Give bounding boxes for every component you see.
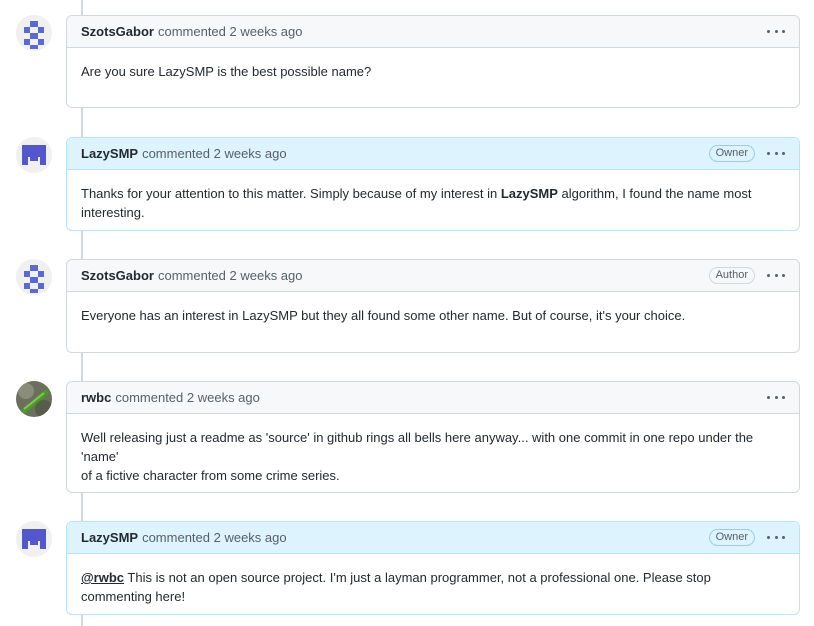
comment-text: This is not an open source project. I'm … (81, 570, 711, 604)
kebab-horizontal-icon[interactable] (767, 24, 785, 40)
comment-header: LazySMP commented 2 weeks ago Owner (67, 522, 799, 554)
kebab-horizontal-icon[interactable] (767, 530, 785, 546)
comment-body: @rwbc This is not an open source project… (67, 554, 799, 620)
comment-card: SzotsGabor commented 2 weeks ago Are you… (66, 15, 800, 108)
comment-text: of a fictive character from some crime s… (81, 468, 340, 483)
avatar-lazysmp[interactable] (16, 521, 52, 557)
comment-text: Well releasing just a readme as 'source'… (81, 430, 754, 464)
comment-card: LazySMP commented 2 weeks ago Owner @rwb… (66, 521, 800, 615)
comment-meta[interactable]: commented 2 weeks ago (142, 146, 287, 161)
comment-card: rwbc commented 2 weeks ago Well releasin… (66, 381, 800, 493)
identicon-icon (16, 137, 52, 173)
comment-card: SzotsGabor commented 2 weeks ago Author … (66, 259, 800, 353)
comment-header: SzotsGabor commented 2 weeks ago Author (67, 260, 799, 292)
comment-author[interactable]: rwbc (81, 390, 111, 405)
kebab-horizontal-icon[interactable] (767, 390, 785, 406)
photo-avatar-icon (16, 381, 52, 417)
comment-header: LazySMP commented 2 weeks ago Owner (67, 138, 799, 170)
identicon-icon (16, 15, 52, 51)
avatar-szotsgabor[interactable] (16, 259, 52, 295)
identicon-icon (16, 521, 52, 557)
comment-text: Thanks for your attention to this matter… (81, 186, 501, 201)
kebab-horizontal-icon[interactable] (767, 146, 785, 162)
comment-header: SzotsGabor commented 2 weeks ago (67, 16, 799, 48)
comment-body: Are you sure LazySMP is the best possibl… (81, 64, 372, 79)
comment-bold-text: LazySMP (500, 186, 558, 201)
comment-meta[interactable]: commented 2 weeks ago (158, 268, 303, 283)
avatar-szotsgabor[interactable] (16, 15, 52, 51)
comment-body: Everyone has an interest in LazySMP but … (81, 308, 686, 323)
comment-body: Well releasing just a readme as 'source'… (67, 414, 799, 499)
comment-meta[interactable]: commented 2 weeks ago (158, 24, 303, 39)
comment-meta[interactable]: commented 2 weeks ago (115, 390, 260, 405)
identicon-icon (16, 259, 52, 295)
author-badge: Author (708, 267, 755, 284)
comment-body: Thanks for your attention to this matter… (67, 170, 799, 236)
comment-header: rwbc commented 2 weeks ago (67, 382, 799, 414)
comment-meta[interactable]: commented 2 weeks ago (142, 530, 287, 545)
comment-author[interactable]: LazySMP (81, 146, 138, 161)
avatar-lazysmp[interactable] (16, 137, 52, 173)
owner-badge: Owner (708, 145, 755, 162)
avatar-rwbc[interactable] (16, 381, 52, 417)
comment-author[interactable]: SzotsGabor (81, 268, 154, 283)
kebab-horizontal-icon[interactable] (767, 268, 785, 284)
comment-author[interactable]: SzotsGabor (81, 24, 154, 39)
owner-badge: Owner (708, 529, 755, 546)
user-mention-link[interactable]: @rwbc (81, 570, 124, 585)
comment-card: LazySMP commented 2 weeks ago Owner Than… (66, 137, 800, 231)
comment-author[interactable]: LazySMP (81, 530, 138, 545)
